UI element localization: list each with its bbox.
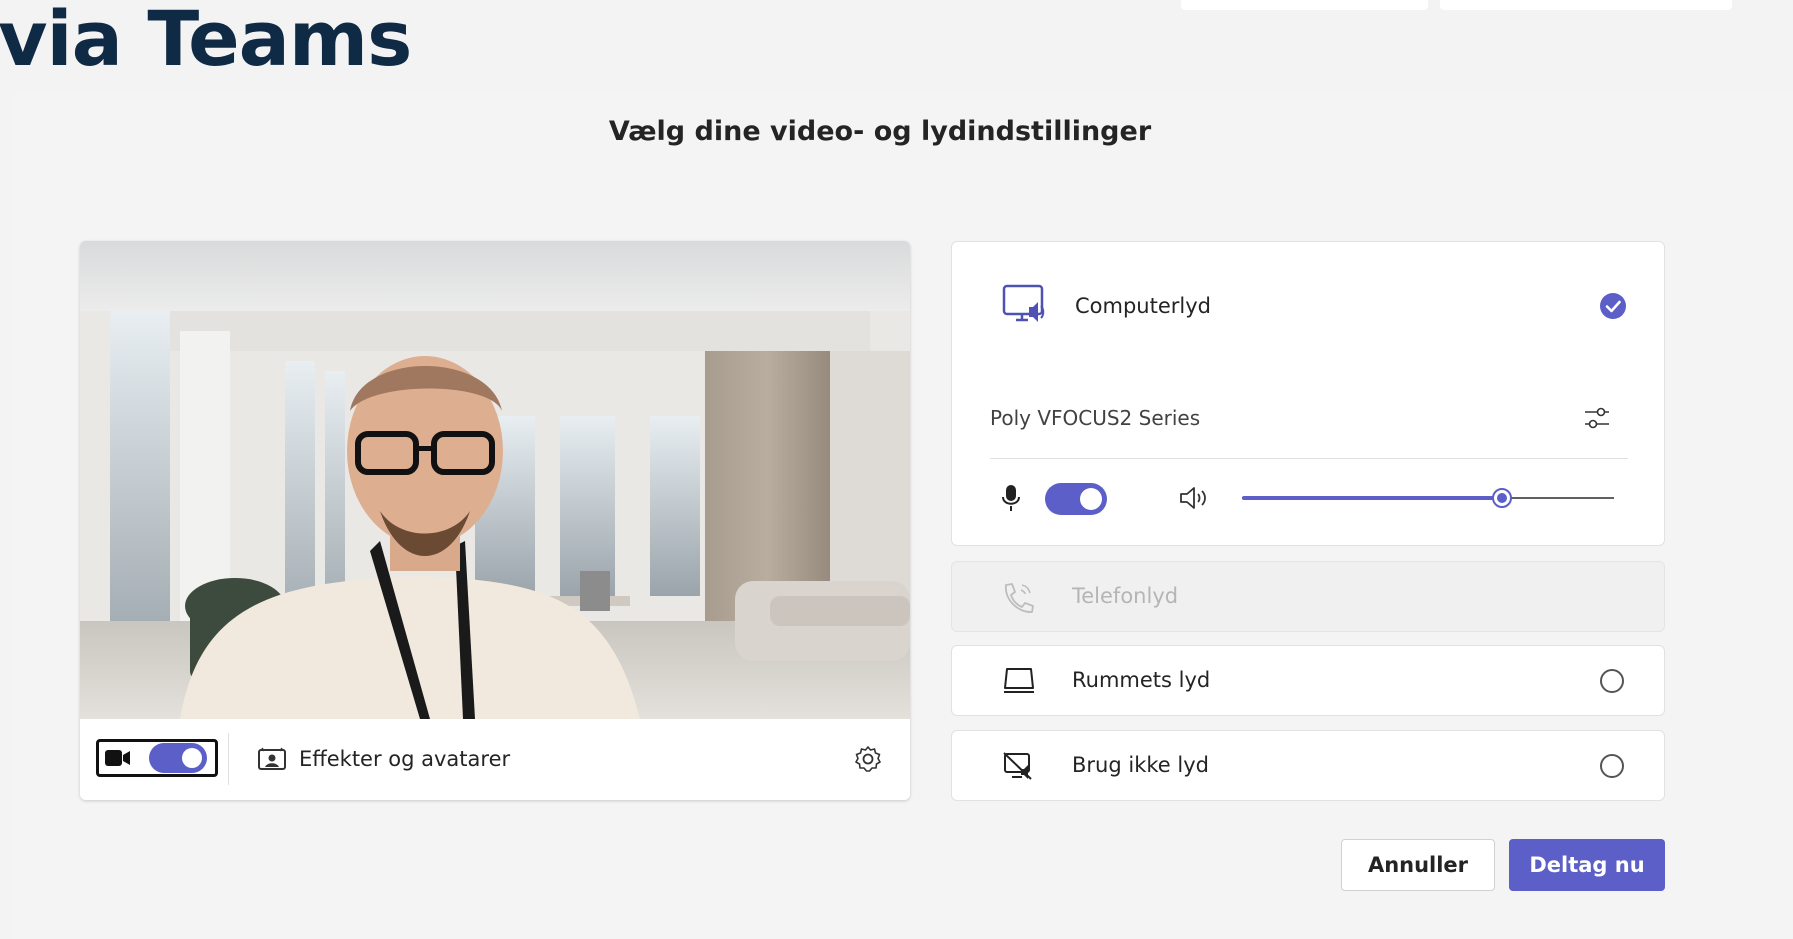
phone-icon <box>1000 581 1036 615</box>
effects-button[interactable]: Effekter og avatarer <box>258 737 588 781</box>
monitor-speaker-icon <box>1002 284 1048 326</box>
audio-option-label: Brug ikke lyd <box>1072 753 1209 777</box>
camera-toggle[interactable] <box>149 743 207 773</box>
video-bar-divider <box>228 733 229 785</box>
volume-slider-thumb[interactable] <box>1492 488 1512 508</box>
audio-option-label: Telefonlyd <box>1072 584 1179 608</box>
audio-option-none[interactable]: Brug ikke lyd <box>951 730 1665 801</box>
page-heading: via Teams <box>0 0 412 83</box>
device-divider <box>990 458 1628 459</box>
video-preview <box>80 241 910 719</box>
room-device-icon <box>1002 666 1036 696</box>
camera-toggle-knob <box>182 748 202 768</box>
sliders-icon[interactable] <box>1583 404 1611 432</box>
audio-option-label: Computerlyd <box>1075 294 1211 318</box>
prejoin-subtitle: Vælg dine video- og lydindstillinger <box>608 116 1152 147</box>
audio-option-computer[interactable]: Computerlyd <box>951 241 1665 371</box>
no-audio-icon <box>1002 751 1034 781</box>
audio-option-label: Rummets lyd <box>1072 668 1211 692</box>
volume-slider-fill <box>1242 496 1502 500</box>
microphone-toggle[interactable] <box>1045 483 1107 515</box>
audio-option-phone: Telefonlyd <box>951 561 1665 632</box>
microphone-icon <box>1002 484 1020 512</box>
top-tab-left <box>1181 0 1428 10</box>
top-tab-right <box>1440 0 1732 10</box>
video-camera-icon <box>105 749 131 767</box>
audio-option-room[interactable]: Rummets lyd <box>951 645 1665 716</box>
gear-icon[interactable] <box>854 745 882 773</box>
effects-avatar-icon <box>258 747 286 771</box>
speaker-icon <box>1179 485 1209 511</box>
radio-unselected[interactable] <box>1600 669 1624 693</box>
effects-label: Effekter og avatarer <box>299 747 511 771</box>
camera-toggle-group[interactable] <box>96 739 218 777</box>
left-edge-strip <box>0 92 12 939</box>
cancel-button[interactable]: Annuller <box>1341 839 1495 891</box>
radio-unselected[interactable] <box>1600 754 1624 778</box>
audio-device-panel: Poly VFOCUS2 Series <box>951 370 1665 546</box>
audio-device-name[interactable]: Poly VFOCUS2 Series <box>990 406 1200 430</box>
join-now-button[interactable]: Deltag nu <box>1509 839 1665 891</box>
video-preview-card: Effekter og avatarer <box>80 241 910 800</box>
camera-feed-image <box>80 241 910 719</box>
microphone-toggle-knob <box>1080 488 1102 510</box>
video-controls-bar: Effekter og avatarer <box>80 719 910 800</box>
checkmark-circle-icon <box>1600 293 1626 319</box>
